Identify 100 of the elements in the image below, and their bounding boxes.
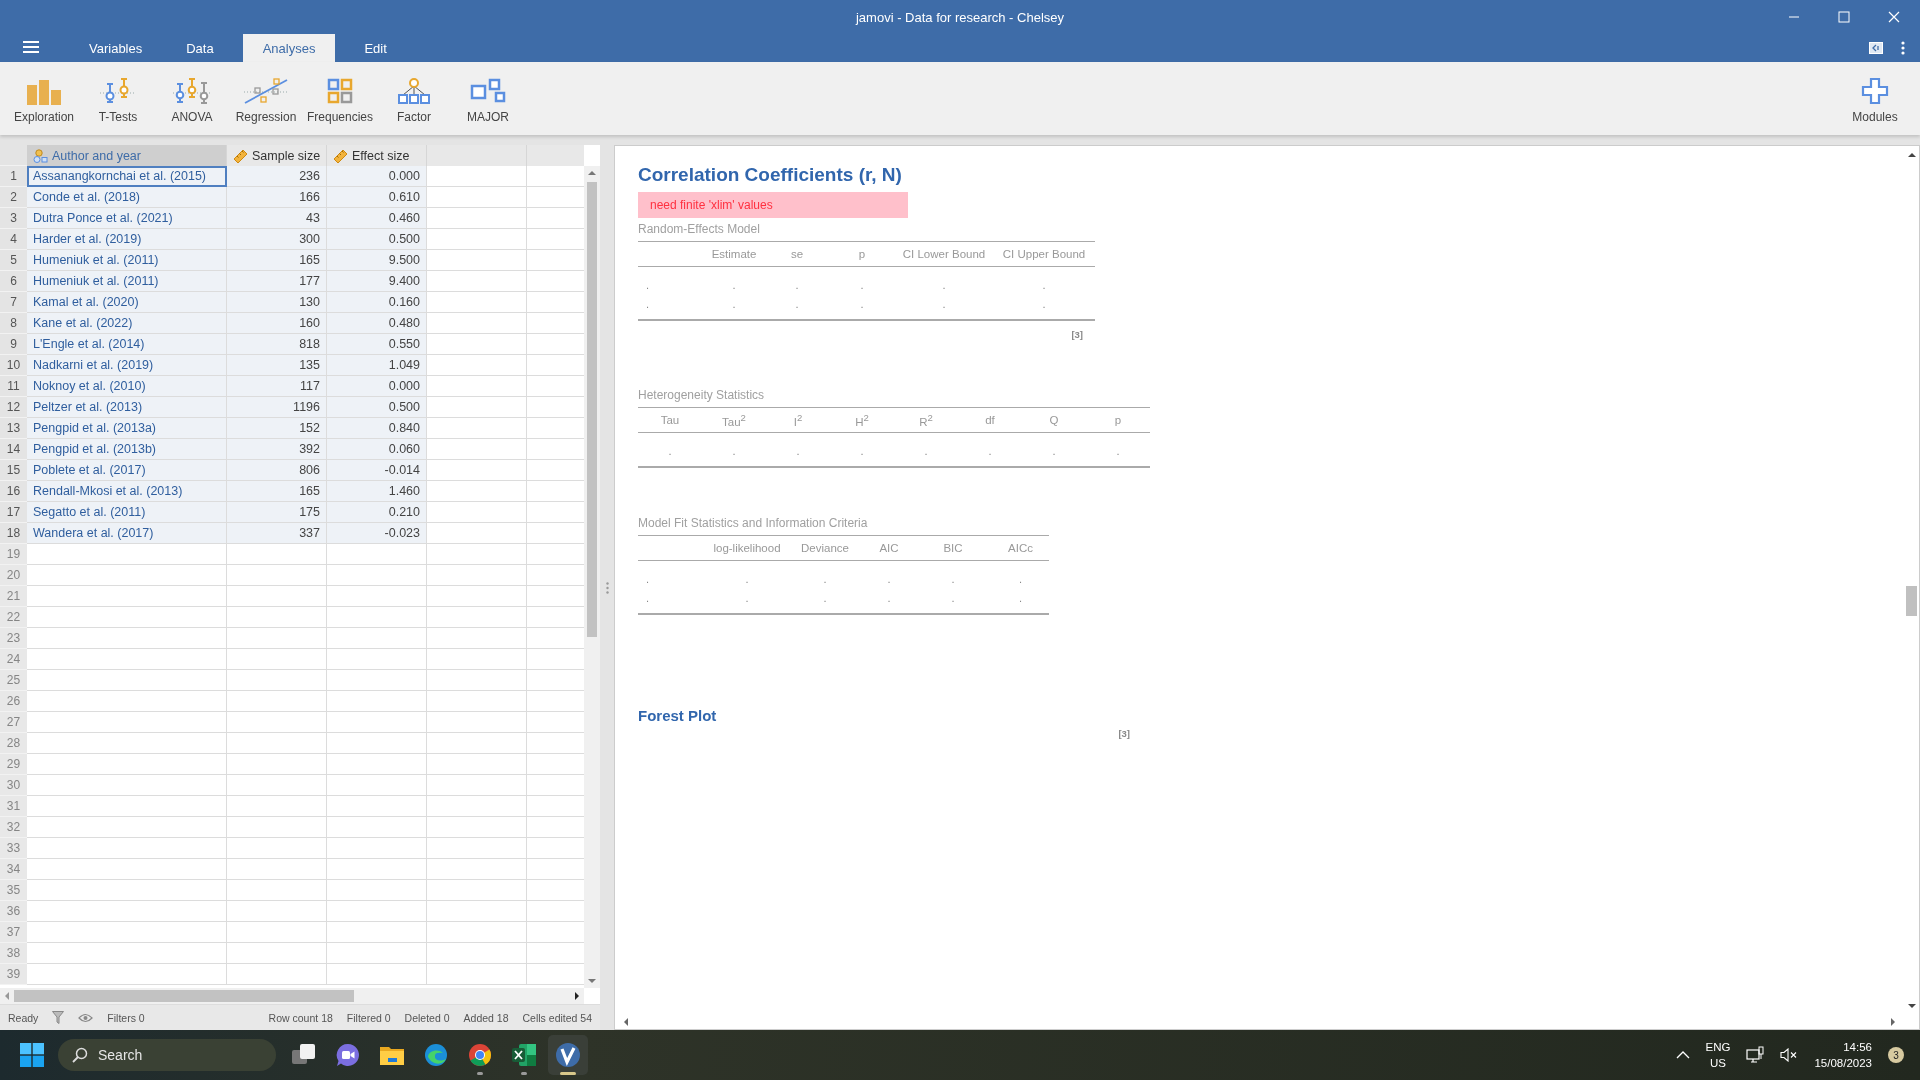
filter-icon[interactable]: [52, 1011, 65, 1024]
table-cell[interactable]: 806: [227, 460, 327, 481]
language-indicator[interactable]: ENG: [1705, 1039, 1731, 1055]
table-cell[interactable]: 135: [227, 355, 327, 376]
table-cell[interactable]: [427, 922, 527, 943]
table-cell[interactable]: [27, 565, 227, 586]
speaker-icon[interactable]: [1780, 1048, 1799, 1062]
table-cell[interactable]: [327, 586, 427, 607]
scroll-left-icon[interactable]: [4, 992, 10, 1000]
table-cell[interactable]: Wandera et al. (2017): [27, 523, 227, 544]
table-cell[interactable]: 300: [227, 229, 327, 250]
table-cell[interactable]: [427, 313, 527, 334]
table-cell[interactable]: [327, 565, 427, 586]
table-cell[interactable]: 818: [227, 334, 327, 355]
table-cell[interactable]: [227, 964, 327, 985]
toolbar-button[interactable]: Exploration: [7, 62, 81, 135]
table-cell[interactable]: [327, 733, 427, 754]
table-cell[interactable]: [327, 607, 427, 628]
table-cell[interactable]: 0.160: [327, 292, 427, 313]
modules-button[interactable]: Modules: [1838, 62, 1912, 135]
eye-icon[interactable]: [78, 1012, 94, 1023]
table-cell[interactable]: Kamal et al. (2020): [27, 292, 227, 313]
table-cell[interactable]: [27, 586, 227, 607]
table-cell[interactable]: [27, 817, 227, 838]
toolbar-button[interactable]: Regression: [229, 62, 303, 135]
table-cell[interactable]: [427, 376, 527, 397]
table-cell[interactable]: [427, 250, 527, 271]
table-cell[interactable]: Assanangkornchai et al. (2015): [27, 166, 227, 187]
table-cell[interactable]: [327, 838, 427, 859]
table-cell[interactable]: [327, 817, 427, 838]
table-cell[interactable]: [327, 754, 427, 775]
start-icon[interactable]: [20, 1043, 44, 1067]
table-cell[interactable]: -0.014: [327, 460, 427, 481]
table-cell[interactable]: [227, 586, 327, 607]
table-cell[interactable]: 0.000: [327, 166, 427, 187]
menu-tab[interactable]: Data: [171, 34, 229, 62]
table-cell[interactable]: [227, 754, 327, 775]
table-cell[interactable]: Noknoy et al. (2010): [27, 376, 227, 397]
table-cell[interactable]: 117: [227, 376, 327, 397]
more-options-icon[interactable]: [1901, 41, 1905, 55]
clock-time[interactable]: 14:56: [1843, 1039, 1872, 1055]
table-cell[interactable]: [227, 922, 327, 943]
table-cell[interactable]: 165: [227, 481, 327, 502]
table-cell[interactable]: [227, 628, 327, 649]
table-cell[interactable]: Humeniuk et al. (2011): [27, 250, 227, 271]
table-cell[interactable]: [327, 901, 427, 922]
clock-date[interactable]: 15/08/2023: [1814, 1055, 1872, 1071]
table-cell[interactable]: [427, 502, 527, 523]
table-cell[interactable]: [27, 838, 227, 859]
table-cell[interactable]: [427, 271, 527, 292]
table-cell[interactable]: 165: [227, 250, 327, 271]
table-cell[interactable]: Pengpid et al. (2013a): [27, 418, 227, 439]
table-cell[interactable]: Kane et al. (2022): [27, 313, 227, 334]
table-cell[interactable]: [327, 628, 427, 649]
table-cell[interactable]: [227, 838, 327, 859]
scroll-left-icon[interactable]: [623, 1018, 629, 1026]
table-cell[interactable]: [427, 460, 527, 481]
scrollbar-thumb[interactable]: [1906, 586, 1917, 616]
table-cell[interactable]: [427, 481, 527, 502]
table-cell[interactable]: 0.840: [327, 418, 427, 439]
table-cell[interactable]: 1.460: [327, 481, 427, 502]
table-cell[interactable]: [227, 817, 327, 838]
table-cell[interactable]: [427, 397, 527, 418]
table-cell[interactable]: 0.060: [327, 439, 427, 460]
toolbar-button[interactable]: T-Tests: [81, 62, 155, 135]
table-cell[interactable]: 0.460: [327, 208, 427, 229]
table-cell[interactable]: Segatto et al. (2011): [27, 502, 227, 523]
table-cell[interactable]: [427, 796, 527, 817]
menu-icon[interactable]: [23, 41, 39, 53]
search-field[interactable]: Search: [58, 1039, 276, 1071]
table-cell[interactable]: 0.500: [327, 229, 427, 250]
table-cell[interactable]: 9.500: [327, 250, 427, 271]
table-cell[interactable]: [427, 229, 527, 250]
maximize-icon[interactable]: [1838, 11, 1850, 23]
table-cell[interactable]: [427, 439, 527, 460]
table-cell[interactable]: [427, 901, 527, 922]
table-cell[interactable]: [327, 775, 427, 796]
table-cell[interactable]: [427, 607, 527, 628]
table-cell[interactable]: Pengpid et al. (2013b): [27, 439, 227, 460]
table-cell[interactable]: [427, 838, 527, 859]
table-cell[interactable]: 337: [227, 523, 327, 544]
table-cell[interactable]: [227, 649, 327, 670]
network-icon[interactable]: [1746, 1046, 1765, 1064]
splitter-handle-icon[interactable]: [605, 581, 609, 594]
table-cell[interactable]: [427, 691, 527, 712]
table-cell[interactable]: [227, 670, 327, 691]
table-cell[interactable]: [327, 943, 427, 964]
table-cell[interactable]: [427, 649, 527, 670]
table-cell[interactable]: 0.000: [327, 376, 427, 397]
table-cell[interactable]: Rendall-Mkosi et al. (2013): [27, 481, 227, 502]
table-cell[interactable]: [227, 733, 327, 754]
table-cell[interactable]: [427, 712, 527, 733]
table-cell[interactable]: [427, 418, 527, 439]
table-cell[interactable]: [27, 670, 227, 691]
table-cell[interactable]: [427, 334, 527, 355]
table-cell[interactable]: [427, 208, 527, 229]
scrollbar-thumb[interactable]: [587, 182, 597, 637]
table-cell[interactable]: [327, 649, 427, 670]
table-cell[interactable]: Poblete et al. (2017): [27, 460, 227, 481]
toolbar-button[interactable]: MAJOR: [451, 62, 525, 135]
